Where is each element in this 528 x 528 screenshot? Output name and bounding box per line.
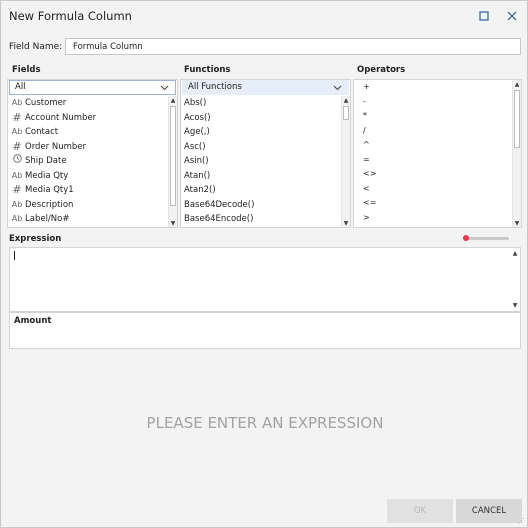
operators-scrollbar[interactable]: ▲ ▼ bbox=[512, 80, 521, 227]
operator-list-item[interactable]: * bbox=[354, 109, 511, 124]
fields-scrollbar[interactable]: ▲ ▼ bbox=[168, 96, 177, 227]
field-list-item[interactable]: Ship Date bbox=[8, 154, 167, 169]
functions-scroll-thumb[interactable] bbox=[343, 106, 349, 120]
title-bar: New Formula Column bbox=[1, 1, 527, 31]
fields-list: Ab Customer # Account Number Ab Contact # Order… bbox=[8, 96, 167, 227]
functions-scrollbar[interactable]: ▲ ▼ bbox=[341, 96, 350, 227]
function-list-item[interactable]: Base64Decode() bbox=[184, 198, 340, 213]
number-type-icon: # bbox=[12, 139, 22, 153]
text-type-icon: Ab bbox=[11, 214, 23, 223]
functions-filter-value: All Functions bbox=[188, 82, 242, 92]
field-list-item[interactable]: # Account Number bbox=[8, 111, 167, 126]
operator-list-item[interactable]: > bbox=[354, 211, 511, 226]
number-type-icon: # bbox=[12, 183, 22, 196]
cancel-button[interactable]: CANCEL bbox=[456, 499, 522, 523]
field-list-item[interactable]: # Media Qty1 bbox=[8, 183, 167, 198]
expression-editor[interactable]: ▲ ▼ bbox=[9, 247, 521, 312]
functions-header: Functions bbox=[184, 65, 231, 75]
operator-list-item[interactable]: + bbox=[354, 80, 511, 95]
field-list-item[interactable]: # Order Number bbox=[8, 140, 167, 155]
number-type-icon: # bbox=[12, 110, 22, 124]
operator-list-item[interactable]: = bbox=[354, 153, 511, 168]
scroll-down-icon[interactable]: ▼ bbox=[513, 219, 521, 227]
operators-header: Operators bbox=[357, 65, 406, 75]
result-preview: Amount bbox=[9, 312, 521, 349]
field-label: Customer bbox=[25, 98, 67, 108]
operator-list-item[interactable]: < bbox=[354, 182, 511, 197]
result-field-label: Amount bbox=[14, 316, 52, 326]
function-list-item[interactable]: Atan2() bbox=[184, 183, 340, 198]
function-list-item[interactable]: Age(,) bbox=[184, 125, 340, 140]
fields-panel: All Ab Customer # Account Number Ab Contact # O… bbox=[7, 79, 178, 228]
text-type-icon: Ab bbox=[11, 170, 23, 180]
field-label: Media Qty1 bbox=[25, 185, 74, 195]
operators-scroll-thumb[interactable] bbox=[514, 90, 520, 148]
fields-filter-value: All bbox=[15, 82, 26, 92]
field-label: Media Qty bbox=[25, 170, 69, 181]
field-name-label: Field Name: bbox=[9, 42, 63, 52]
functions-panel: All Functions Abs() Acos() Age(,) Asc() Asin… bbox=[180, 79, 351, 228]
function-list-item[interactable]: Asc() bbox=[184, 140, 340, 155]
dialog-title: New Formula Column bbox=[9, 9, 132, 23]
operators-list: + - * / ^ = <> < <= > bbox=[354, 80, 511, 225]
function-list-item[interactable]: Asin() bbox=[184, 154, 340, 169]
field-label: Order Number bbox=[25, 141, 87, 152]
zoom-slider-knob[interactable] bbox=[463, 235, 469, 241]
expression-header: Expression bbox=[9, 234, 62, 244]
scroll-down-icon[interactable]: ▼ bbox=[342, 219, 350, 227]
operator-list-item[interactable]: ^ bbox=[354, 138, 511, 153]
function-list-item[interactable]: Atan() bbox=[184, 169, 340, 184]
fields-scroll-thumb[interactable] bbox=[170, 106, 176, 206]
new-formula-column-dialog: New Formula Column Field Name: Fields Al… bbox=[0, 0, 528, 528]
field-list-item[interactable]: Ab Label/No# bbox=[8, 212, 167, 227]
field-label: Label/No# bbox=[25, 214, 70, 224]
close-button[interactable] bbox=[503, 7, 521, 25]
maximize-button[interactable] bbox=[475, 7, 493, 25]
maximize-icon bbox=[479, 11, 489, 21]
operator-list-item[interactable]: / bbox=[354, 124, 511, 139]
operator-list-item[interactable]: - bbox=[354, 95, 511, 110]
field-label: Contact bbox=[25, 127, 59, 137]
field-label: Description bbox=[25, 199, 74, 210]
field-list-item[interactable]: Ab Media Qty bbox=[8, 169, 167, 184]
function-list-item[interactable]: Base64Encode() bbox=[184, 212, 340, 227]
operators-panel: + - * / ^ = <> < <= > ▲ ▼ bbox=[353, 79, 522, 228]
function-list-item[interactable]: Abs() bbox=[184, 96, 340, 111]
field-name-input[interactable] bbox=[65, 38, 521, 55]
field-label: Account Number bbox=[25, 112, 97, 123]
fields-filter-dropdown[interactable]: All bbox=[9, 80, 176, 95]
field-list-item[interactable]: Ab Contact bbox=[8, 125, 167, 140]
scroll-down-icon[interactable]: ▼ bbox=[169, 219, 177, 227]
operator-list-item[interactable]: <> bbox=[354, 167, 511, 182]
scroll-up-icon[interactable]: ▲ bbox=[511, 249, 519, 258]
scroll-down-icon[interactable]: ▼ bbox=[511, 301, 519, 310]
field-label: Ship Date bbox=[25, 156, 67, 166]
expression-scrollbar[interactable]: ▲ ▼ bbox=[511, 248, 520, 311]
text-type-icon: Ab bbox=[11, 199, 23, 209]
scroll-up-icon[interactable]: ▲ bbox=[342, 96, 350, 105]
field-list-item[interactable]: Ab Description bbox=[8, 198, 167, 213]
text-caret bbox=[14, 251, 15, 260]
ok-button[interactable]: OK bbox=[387, 499, 453, 523]
operator-list-item[interactable]: <= bbox=[354, 196, 511, 211]
close-icon bbox=[507, 11, 517, 21]
scroll-up-icon[interactable]: ▲ bbox=[513, 80, 521, 89]
clock-icon bbox=[10, 154, 24, 169]
status-message: PLEASE ENTER AN EXPRESSION bbox=[146, 414, 384, 432]
text-type-icon: Ab bbox=[11, 98, 23, 107]
text-type-icon: Ab bbox=[11, 127, 23, 136]
fields-header: Fields bbox=[12, 65, 41, 75]
functions-filter-dropdown[interactable]: All Functions bbox=[182, 80, 349, 95]
zoom-slider[interactable] bbox=[463, 235, 509, 241]
field-list-item[interactable]: Ab Customer bbox=[8, 96, 167, 111]
functions-list: Abs() Acos() Age(,) Asc() Asin() Atan() Atan2(… bbox=[181, 96, 340, 227]
function-list-item[interactable]: Acos() bbox=[184, 111, 340, 126]
resize-grip-icon[interactable]: ⋰ bbox=[518, 517, 525, 525]
scroll-up-icon[interactable]: ▲ bbox=[169, 96, 177, 105]
